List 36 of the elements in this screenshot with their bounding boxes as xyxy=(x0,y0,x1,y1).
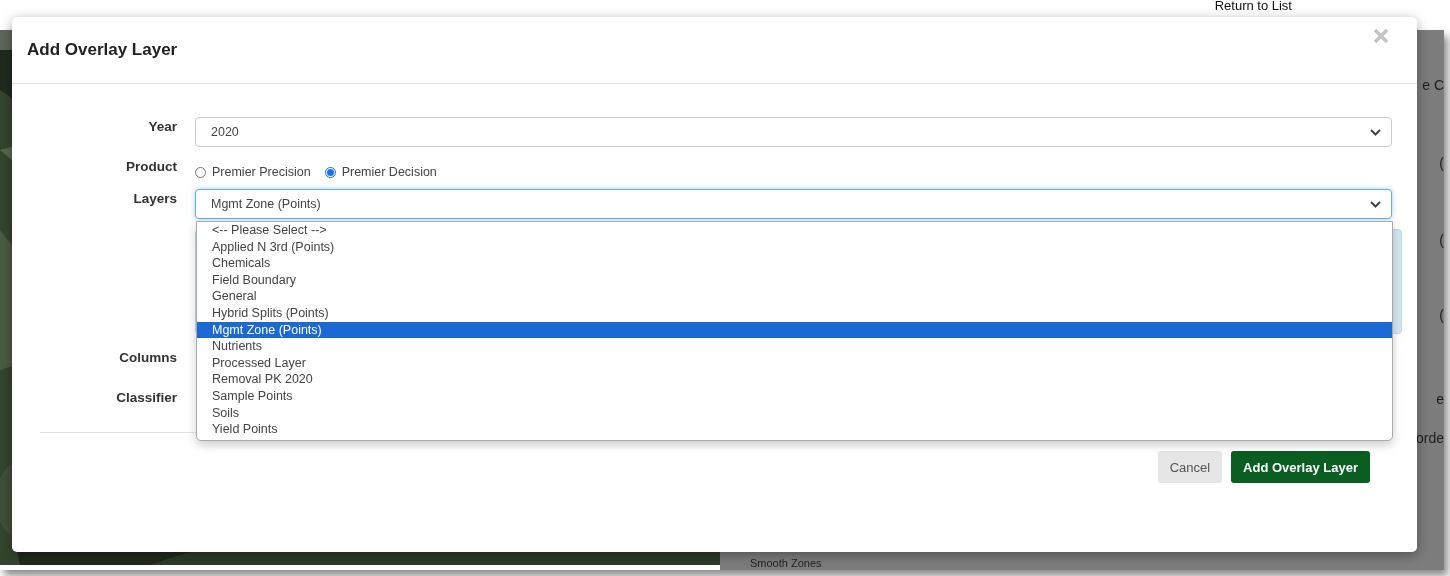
dropdown-option[interactable]: Processed Layer xyxy=(197,354,1392,372)
dropdown-option[interactable]: Sample Points xyxy=(197,387,1392,405)
chevron-down-icon xyxy=(1370,128,1381,136)
select-field[interactable]: Mgmt Zone (Points) xyxy=(195,189,1392,219)
background-text: ( xyxy=(1439,307,1444,323)
dropdown-option[interactable]: Hybrid Splits (Points) xyxy=(197,304,1392,322)
background-text: e C xyxy=(1422,77,1444,93)
dropdown-option[interactable]: Mgmt Zone (Points) xyxy=(197,321,1392,339)
select-field[interactable]: 2020 xyxy=(195,117,1392,147)
background-text: ( xyxy=(1439,155,1444,171)
dropdown-option[interactable]: Soils xyxy=(197,404,1392,422)
chevron-down-icon xyxy=(1370,200,1381,208)
dropdown-option[interactable]: Applied N 3rd (Points) xyxy=(197,238,1392,256)
dropdown-option[interactable]: Yield Points xyxy=(197,421,1392,438)
field-label: Product xyxy=(125,158,177,174)
field-label: Layers xyxy=(132,190,177,206)
background-text: orde xyxy=(1415,430,1444,446)
radio-button[interactable] xyxy=(195,166,206,178)
dropdown-option[interactable]: Nutrients xyxy=(197,338,1392,355)
radio-label[interactable]: Premier Decision xyxy=(341,165,437,179)
dropdown-option[interactable]: Field Boundary xyxy=(197,271,1392,289)
radio-button[interactable] xyxy=(324,166,336,178)
field-label: Classifier xyxy=(115,389,177,405)
background-text: e xyxy=(1436,391,1444,407)
dropdown-option[interactable]: Chemicals xyxy=(197,255,1392,272)
field-label: Year xyxy=(147,118,177,134)
add-button[interactable]: Add Overlay Layer xyxy=(1231,451,1370,483)
background-text: ( xyxy=(1439,232,1444,248)
dropdown-option[interactable]: General xyxy=(197,288,1392,305)
dropdown-option[interactable]: Removal PK 2020 xyxy=(197,371,1392,388)
field-label: Columns xyxy=(118,349,177,365)
dropdown-option[interactable]: <-- Please Select --> xyxy=(197,222,1392,239)
background-text: Smooth Zones xyxy=(749,557,822,570)
cancel-button[interactable]: Cancel xyxy=(1157,451,1223,483)
radio-label[interactable]: Premier Precision xyxy=(212,165,311,179)
dialog-title: Add Overlay Layer xyxy=(27,40,178,60)
